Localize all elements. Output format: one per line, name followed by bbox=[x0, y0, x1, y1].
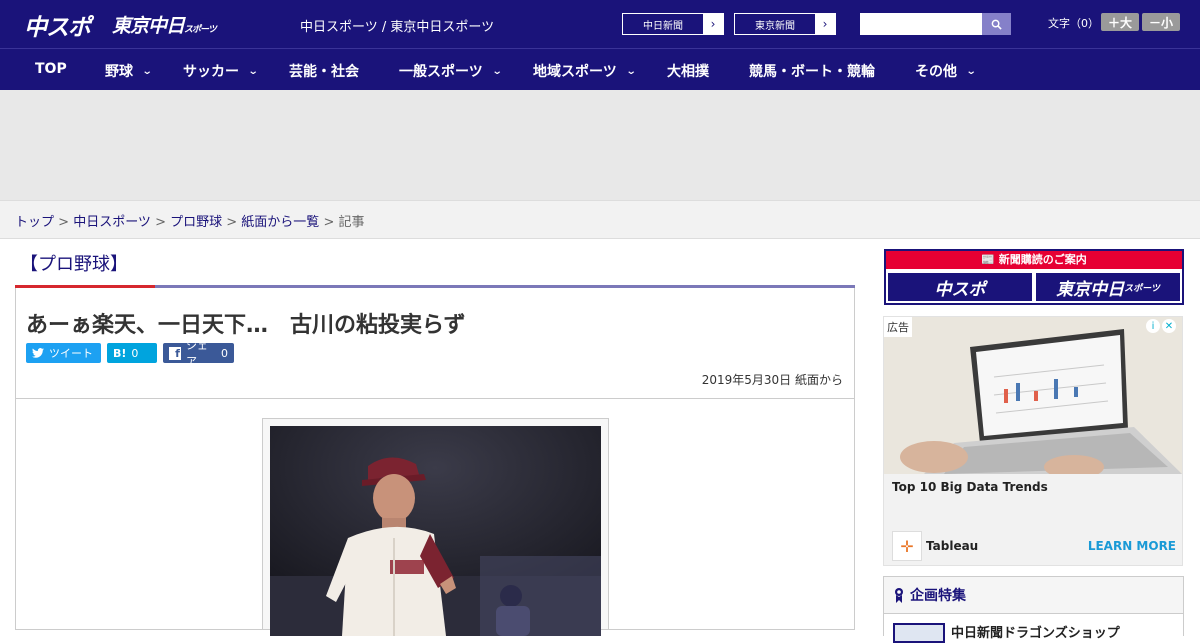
nav-label: サッカー bbox=[183, 64, 239, 80]
article-date: 2019年5月30日 紙面から bbox=[701, 373, 843, 387]
feature-title: 企画特集 bbox=[894, 585, 966, 605]
chevron-down-icon: ⌄ bbox=[247, 65, 259, 77]
ad-title[interactable]: Top 10 Big Data Trends bbox=[892, 480, 1048, 494]
nav-item-racing[interactable]: 競馬・ボート・競輪 bbox=[749, 61, 875, 81]
ad-choices[interactable]: i ✕ bbox=[1146, 319, 1178, 333]
tokyo-logo-small: スポーツ bbox=[184, 25, 217, 35]
article-headline: あーぁ楽天、一日天下… 古川の粘投実らず bbox=[26, 313, 466, 338]
chuspo-logo[interactable]: 中スポ bbox=[24, 8, 91, 42]
hatena-count: 0 bbox=[131, 346, 139, 360]
search-icon bbox=[991, 19, 1002, 30]
chevron-down-icon: ⌄ bbox=[965, 65, 977, 77]
feature-item-label: 中日新聞ドラゴンズショップ bbox=[951, 626, 1120, 641]
facebook-share-label: シェア bbox=[185, 339, 208, 368]
ad-label: 広告 bbox=[884, 317, 912, 337]
nav-item-other[interactable]: その他 ⌄ bbox=[915, 61, 977, 81]
tableau-logo-icon: ✛ bbox=[892, 531, 922, 561]
breadcrumb-separator: > bbox=[319, 215, 339, 230]
facebook-share-count: 0 bbox=[221, 346, 228, 360]
hatena-icon: B! bbox=[113, 346, 127, 360]
subscribe-tokyo-label: 東京中日 bbox=[1056, 279, 1125, 300]
tokyo-logo-main: 東京中日 bbox=[112, 15, 185, 37]
nav-label: 地域スポーツ bbox=[533, 64, 617, 80]
feature-item[interactable]: 中日新聞ドラゴンズショップ bbox=[884, 613, 1183, 643]
breadcrumb-chunichi-sports[interactable]: 中日スポーツ bbox=[73, 215, 151, 230]
chunichi-shimbun-link[interactable]: 中日新聞 › bbox=[622, 13, 724, 35]
nav-item-baseball[interactable]: 野球 ⌄ bbox=[105, 61, 153, 81]
breadcrumb: トップ > 中日スポーツ > プロ野球 > 紙面から一覧 > 記事 bbox=[0, 200, 1200, 239]
font-size-decrease-button[interactable]: －小 bbox=[1142, 13, 1180, 31]
newspaper-icon: 📰 bbox=[981, 253, 999, 266]
article-photo-frame bbox=[262, 418, 609, 636]
nav-item-regional-sports[interactable]: 地域スポーツ ⌄ bbox=[533, 61, 637, 81]
feature-title-label: 企画特集 bbox=[910, 588, 966, 604]
paper-link-label: 中日新聞 bbox=[643, 20, 683, 32]
subscribe-tokyo-small: スポーツ bbox=[1124, 283, 1160, 294]
tokyo-chunichi-logo[interactable]: 東京中日スポーツ bbox=[112, 11, 217, 38]
subscription-header-label: 新聞購読のご案内 bbox=[998, 253, 1087, 266]
site-title: 中日スポーツ / 東京中日スポーツ bbox=[300, 20, 495, 35]
breadcrumb-paper-list[interactable]: 紙面から一覧 bbox=[241, 215, 319, 230]
nav-label: 大相撲 bbox=[667, 64, 709, 80]
font-size-label: 文字（0） bbox=[1048, 17, 1099, 30]
breadcrumb-separator: > bbox=[54, 215, 74, 230]
subscription-banner[interactable]: 📰 新聞購読のご案内 中スポ 東京中日 スポーツ bbox=[884, 249, 1184, 305]
feature-section: 企画特集 中日新聞ドラゴンズショップ bbox=[883, 576, 1184, 643]
font-size-increase-button[interactable]: ＋大 bbox=[1101, 13, 1139, 31]
nav-label: 競馬・ボート・競輪 bbox=[749, 64, 875, 80]
subscription-header: 📰 新聞購読のご案内 bbox=[886, 251, 1182, 269]
hatena-bookmark-button[interactable]: B! 0 bbox=[107, 343, 157, 363]
laptop-image bbox=[884, 317, 1182, 474]
nav-item-entertainment[interactable]: 芸能・社会 bbox=[289, 61, 359, 81]
twitter-bird-icon bbox=[32, 348, 44, 358]
article-divider bbox=[16, 398, 854, 399]
ad-image[interactable] bbox=[884, 317, 1182, 474]
search-input[interactable] bbox=[860, 13, 982, 35]
nav-item-general-sports[interactable]: 一般スポーツ ⌄ bbox=[399, 61, 503, 81]
chevron-right-icon: › bbox=[703, 14, 723, 34]
nav-item-soccer[interactable]: サッカー ⌄ bbox=[183, 61, 259, 81]
nav-label: その他 bbox=[915, 64, 957, 80]
tokyo-shimbun-link[interactable]: 東京新聞 › bbox=[734, 13, 836, 35]
subscribe-tokyo-chunichi-button[interactable]: 東京中日 スポーツ bbox=[1036, 273, 1180, 301]
subscribe-chuspo-button[interactable]: 中スポ bbox=[888, 273, 1032, 301]
article-category: 【プロ野球】 bbox=[20, 254, 128, 275]
nav-item-sumo[interactable]: 大相撲 bbox=[667, 61, 709, 81]
close-icon[interactable]: ✕ bbox=[1162, 319, 1176, 333]
chevron-right-icon: › bbox=[815, 14, 835, 34]
nav-label: 一般スポーツ bbox=[399, 64, 483, 80]
ribbon-icon bbox=[895, 588, 903, 603]
breadcrumb-separator: > bbox=[150, 215, 171, 230]
chevron-down-icon: ⌄ bbox=[141, 65, 153, 77]
top-ad-area bbox=[0, 90, 1200, 200]
learn-more-button[interactable]: LEARN MORE bbox=[1088, 539, 1176, 553]
search-button[interactable] bbox=[982, 13, 1011, 35]
breadcrumb-separator: > bbox=[222, 215, 242, 230]
breadcrumb-current: 記事 bbox=[338, 215, 365, 230]
breadcrumb-home[interactable]: トップ bbox=[15, 215, 54, 230]
nav-label: TOP bbox=[35, 61, 67, 77]
tweet-label: ツイート bbox=[49, 347, 93, 360]
ad-brand: Tableau bbox=[926, 539, 979, 553]
main-nav: TOP 野球 ⌄ サッカー ⌄ 芸能・社会 一般スポーツ ⌄ 地域スポーツ ⌄ 大相撲 … bbox=[0, 48, 1200, 90]
nav-label: 野球 bbox=[105, 64, 133, 80]
facebook-icon: f bbox=[169, 346, 181, 360]
facebook-share-button[interactable]: f シェア 0 bbox=[163, 339, 234, 368]
chevron-down-icon: ⌄ bbox=[625, 65, 637, 77]
chevron-down-icon: ⌄ bbox=[491, 65, 503, 77]
nav-item-top[interactable]: TOP bbox=[35, 61, 67, 77]
baseball-player-photo bbox=[270, 426, 601, 636]
nav-label: 芸能・社会 bbox=[289, 64, 359, 80]
paper-link-label: 東京新聞 bbox=[755, 20, 795, 32]
tweet-button[interactable]: ツイート bbox=[26, 343, 101, 363]
feature-thumbnail bbox=[893, 623, 945, 643]
breadcrumb-pro-baseball[interactable]: プロ野球 bbox=[170, 215, 222, 230]
top-header: 中スポ 東京中日スポーツ 中日スポーツ / 東京中日スポーツ 中日新聞 › 東京… bbox=[0, 0, 1200, 48]
sidebar-ad[interactable]: 広告 i ✕ Top 10 Big Data Trends ✛ Tableau … bbox=[883, 316, 1183, 566]
info-icon[interactable]: i bbox=[1146, 319, 1160, 333]
article-photo[interactable] bbox=[270, 426, 601, 636]
